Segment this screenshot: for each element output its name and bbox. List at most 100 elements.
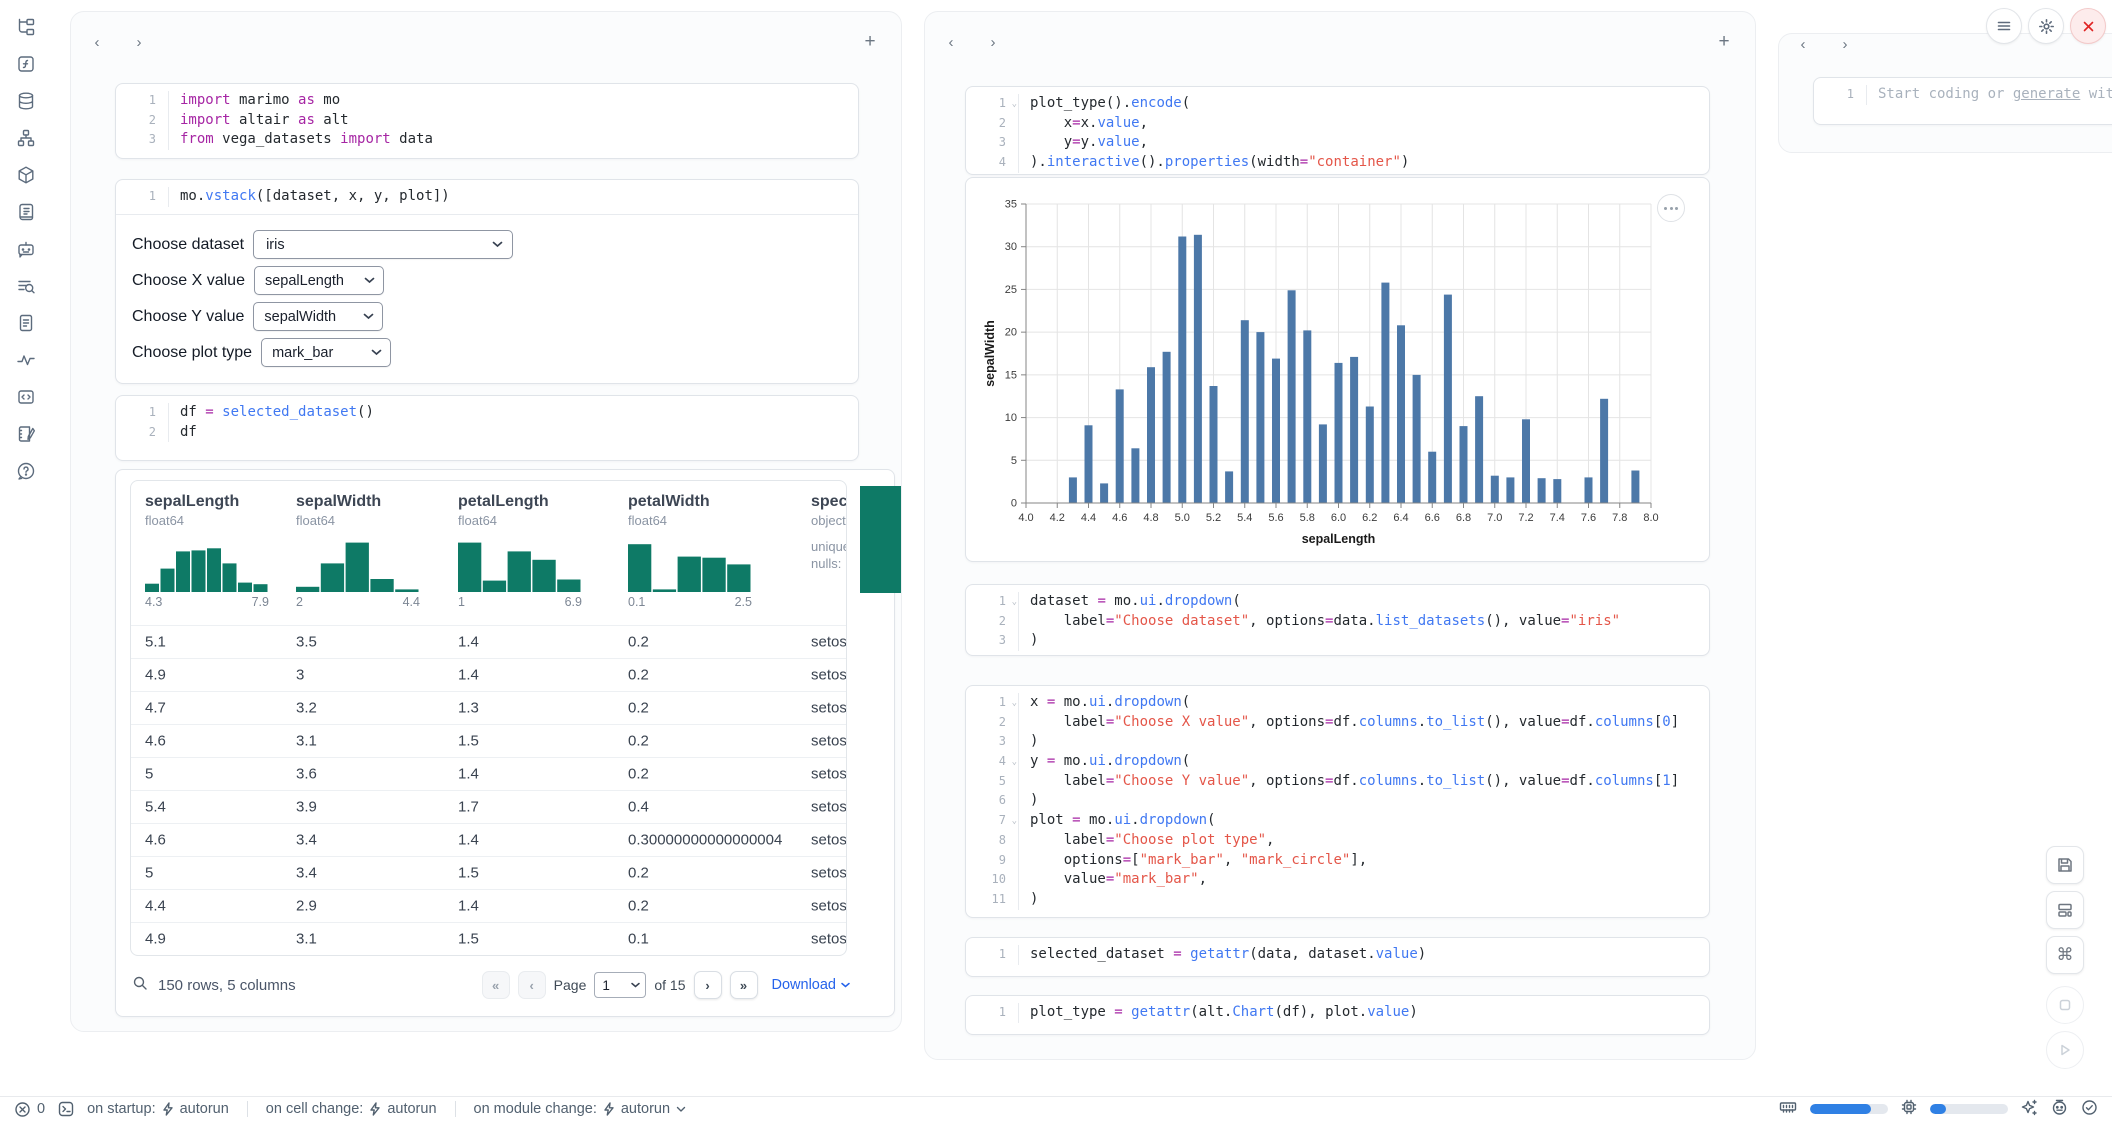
page-label: Page	[554, 977, 587, 993]
code-cell-selected-dataset[interactable]: 1selected_dataset = getattr(data, datase…	[965, 937, 1710, 977]
fold-chevron-icon[interactable]: ⌄	[1012, 753, 1017, 773]
table-cell: 0.2	[628, 865, 649, 882]
fold-chevron-icon[interactable]: ⌄	[1012, 812, 1017, 832]
packages-icon[interactable]	[15, 164, 37, 186]
empty-code-cell[interactable]: 1 Start coding or generate with	[1813, 77, 2112, 125]
table-row[interactable]: 4.42.91.40.2setosa	[131, 889, 846, 922]
code-line: 6)	[966, 791, 1709, 811]
column-header-sepalLength[interactable]: sepalLengthfloat644.37.9	[145, 493, 269, 609]
code-text: ).interactive().properties(width="contai…	[1018, 153, 1409, 173]
functions-icon[interactable]	[15, 53, 37, 75]
command-icon[interactable]: ⌘	[2046, 936, 2084, 974]
code-cell-df[interactable]: 1df = selected_dataset()2df	[115, 395, 859, 461]
column-header-species[interactable]: speciesobjectunique:nulls:	[811, 493, 847, 572]
table-row[interactable]: 4.93.11.50.1setosa	[131, 922, 846, 955]
code-line: 1df = selected_dataset()	[116, 403, 858, 423]
close-icon[interactable]	[2070, 8, 2106, 44]
table-row[interactable]: 5.43.91.70.4setosa	[131, 790, 846, 823]
chevron-right-icon[interactable]: ›	[1837, 37, 1853, 53]
code-cell-plot-type[interactable]: 1plot_type = getattr(alt.Chart(df), plot…	[965, 995, 1710, 1035]
code-text: )	[1018, 890, 1038, 910]
column-header-petalLength[interactable]: petalLengthfloat6416.9	[458, 493, 582, 609]
layout-icon[interactable]	[2046, 891, 2084, 929]
file-tree-icon[interactable]	[15, 16, 37, 38]
add-cell-icon[interactable]: +	[861, 33, 879, 51]
chevron-right-icon[interactable]: ›	[131, 35, 147, 51]
tracing-icon[interactable]	[15, 349, 37, 371]
chevron-left-icon[interactable]: ‹	[1795, 37, 1811, 53]
documentation-icon[interactable]	[15, 201, 37, 223]
choose-y-value-select[interactable]: sepalWidth	[253, 302, 383, 331]
on-module-change-setting[interactable]: on module change: autorun	[474, 1101, 687, 1117]
bar-chart[interactable]: 4.04.24.44.64.85.05.25.45.65.86.06.26.46…	[966, 178, 1709, 561]
run-icon[interactable]	[2046, 1031, 2084, 1069]
table-row[interactable]: 53.61.40.2setosa	[131, 757, 846, 790]
terminal-icon[interactable]	[57, 1100, 75, 1118]
fold-chevron-icon[interactable]: ⌄	[1012, 694, 1017, 714]
table-row[interactable]: 53.41.50.2setosa	[131, 856, 846, 889]
choose-plot-type-select[interactable]: mark_bar	[261, 338, 391, 367]
ai-sparkle-icon[interactable]	[2021, 1099, 2038, 1120]
prev-page-button[interactable]: ‹	[518, 971, 546, 999]
dependency-graph-icon[interactable]	[15, 127, 37, 149]
add-cell-icon[interactable]: +	[1715, 33, 1733, 51]
error-count[interactable]: 0	[14, 1101, 45, 1118]
table-cell: 3.4	[296, 865, 317, 882]
choose-x-value-select[interactable]: sepalLength	[254, 266, 384, 295]
fold-chevron-icon[interactable]: ⌄	[1012, 593, 1017, 613]
page-select[interactable]: 1	[594, 972, 646, 998]
cpu-icon	[1901, 1099, 1917, 1119]
svg-text:25: 25	[1005, 284, 1017, 296]
table-row[interactable]: 5.13.51.40.2setosa	[131, 625, 846, 658]
fold-chevron-icon[interactable]: ⌄	[1012, 95, 1017, 115]
code-cell-xyplot[interactable]: 1⌄x = mo.ui.dropdown(2 label="Choose X v…	[965, 685, 1710, 918]
column-header-sepalWidth[interactable]: sepalWidthfloat6424.4	[296, 493, 420, 609]
code-line: 1⌄x = mo.ui.dropdown(	[966, 693, 1709, 713]
code-placeholder[interactable]: Start coding or generate with	[1866, 85, 2112, 105]
code-cell-imports[interactable]: 1import marimo as mo2import altair as al…	[115, 83, 859, 159]
choose-dataset-select[interactable]: iris	[253, 230, 513, 259]
notes-icon[interactable]	[15, 312, 37, 334]
code-line: 1⌄plot_type().encode(	[966, 94, 1709, 114]
code-line: 10 value="mark_bar",	[966, 870, 1709, 890]
line-number: 3	[966, 133, 1018, 153]
code-cell-plot[interactable]: 1⌄plot_type().encode(2 x=x.value,3 y=y.v…	[965, 86, 1710, 175]
notebook-column-middle: ‹ › + 1⌄plot_type().encode(2 x=x.value,3…	[924, 11, 1756, 1060]
status-check-icon[interactable]	[2081, 1099, 2098, 1120]
table-row[interactable]: 4.63.11.50.2setosa	[131, 724, 846, 757]
next-page-button[interactable]: ›	[694, 971, 722, 999]
column-header-petalWidth[interactable]: petalWidthfloat640.12.5	[628, 493, 752, 609]
snippets-icon[interactable]	[15, 386, 37, 408]
help-icon[interactable]	[15, 460, 37, 482]
table-row[interactable]: 4.63.41.40.30000000000000004setosa	[131, 823, 846, 856]
ai-chat-icon[interactable]	[15, 238, 37, 260]
stop-icon[interactable]	[2046, 986, 2084, 1024]
sidebar	[0, 0, 52, 482]
code-cell-vstack[interactable]: 1mo.vstack([dataset, x, y, plot]) Choose…	[115, 179, 859, 384]
table-cell: 0.2	[628, 766, 649, 783]
on-startup-setting[interactable]: on startup: autorun	[87, 1101, 229, 1117]
code-text: import altair as alt	[168, 111, 349, 131]
last-page-button[interactable]: »	[730, 971, 758, 999]
scratchpad-icon[interactable]	[15, 423, 37, 445]
first-page-button[interactable]: «	[482, 971, 510, 999]
menu-icon[interactable]	[1986, 8, 2022, 44]
svg-text:7.0: 7.0	[1487, 512, 1502, 524]
datasources-icon[interactable]	[15, 90, 37, 112]
code-cell-dataset[interactable]: 1⌄dataset = mo.ui.dropdown(2 label="Choo…	[965, 584, 1710, 656]
chevron-left-icon[interactable]: ‹	[943, 35, 959, 51]
generate-link[interactable]: generate	[2013, 86, 2080, 102]
save-icon[interactable]	[2046, 846, 2084, 884]
chevron-right-icon[interactable]: ›	[985, 35, 1001, 51]
chart-actions-menu-icon[interactable]	[1657, 194, 1685, 222]
download-button[interactable]: Download	[772, 977, 851, 993]
svg-text:7.4: 7.4	[1550, 512, 1565, 524]
gear-icon[interactable]	[2028, 8, 2064, 44]
chevron-left-icon[interactable]: ‹	[89, 35, 105, 51]
table-row[interactable]: 4.73.21.30.2setosa	[131, 691, 846, 724]
table-row[interactable]: 4.931.40.2setosa	[131, 658, 846, 691]
on-cell-change-setting[interactable]: on cell change: autorun	[266, 1101, 437, 1117]
search-icon[interactable]	[132, 975, 148, 995]
logs-icon[interactable]	[15, 275, 37, 297]
assistant-icon[interactable]	[2051, 1099, 2068, 1120]
